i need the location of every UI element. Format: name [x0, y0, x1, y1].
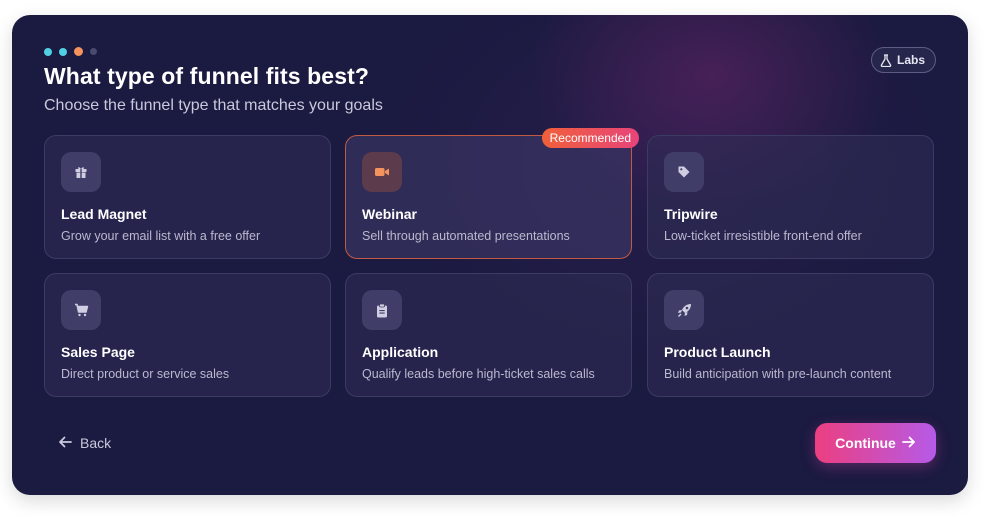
- card-title: Sales Page: [61, 344, 135, 360]
- recommended-badge: Recommended: [541, 128, 639, 148]
- page-subtitle: Choose the funnel type that matches your…: [44, 97, 383, 114]
- card-title: Product Launch: [664, 344, 771, 360]
- card-description: Build anticipation with pre-launch conte…: [664, 367, 892, 381]
- progress-dot-step-2: [59, 47, 67, 56]
- page-title: What type of funnel fits best?: [44, 63, 369, 89]
- funnel-type-dialog: Labs What type of funnel fits best? Choo…: [12, 15, 968, 495]
- gift-icon: [61, 152, 101, 192]
- arrow-left-icon: [58, 435, 72, 451]
- rocket-icon: [664, 290, 704, 330]
- continue-button[interactable]: Continue: [815, 423, 936, 463]
- video-camera-icon: [362, 152, 402, 192]
- progress-dot-step-1: [44, 47, 52, 56]
- funnel-option-webinar[interactable]: Recommended Webinar Sell through automat…: [345, 128, 639, 259]
- card-title: Lead Magnet: [61, 206, 147, 222]
- funnel-option-application[interactable]: Application Qualify leads before high-ti…: [345, 273, 632, 397]
- progress-dot-step-4: [90, 48, 97, 55]
- funnel-option-lead-magnet[interactable]: Lead Magnet Grow your email list with a …: [44, 135, 331, 259]
- card-title: Application: [362, 344, 439, 360]
- back-button[interactable]: Back: [58, 433, 111, 453]
- progress-dot-step-3-current: [74, 47, 83, 56]
- funnel-option-sales-page[interactable]: Sales Page Direct product or service sal…: [44, 273, 331, 397]
- arrow-right-icon: [901, 435, 916, 451]
- funnel-option-tripwire[interactable]: Tripwire Low-ticket irresistible front-e…: [647, 135, 934, 259]
- cart-icon: [61, 290, 101, 330]
- card-description: Qualify leads before high-ticket sales c…: [362, 367, 595, 381]
- card-title: Tripwire: [664, 206, 718, 222]
- flask-icon: [880, 53, 892, 67]
- card-title: Webinar: [362, 206, 417, 222]
- card-description: Direct product or service sales: [61, 367, 230, 381]
- funnel-option-product-launch[interactable]: Product Launch Build anticipation with p…: [647, 273, 934, 397]
- card-description: Grow your email list with a free offer: [61, 229, 261, 243]
- card-description: Low-ticket irresistible front-end offer: [664, 229, 862, 243]
- labs-badge: Labs: [870, 47, 936, 73]
- labs-label: Labs: [896, 53, 925, 67]
- clipboard-icon: [362, 290, 402, 330]
- tag-icon: [664, 152, 704, 192]
- step-progress-indicator: [44, 47, 97, 56]
- back-label: Back: [80, 435, 112, 451]
- card-description: Sell through automated presentations: [362, 229, 570, 243]
- continue-label: Continue: [835, 435, 896, 451]
